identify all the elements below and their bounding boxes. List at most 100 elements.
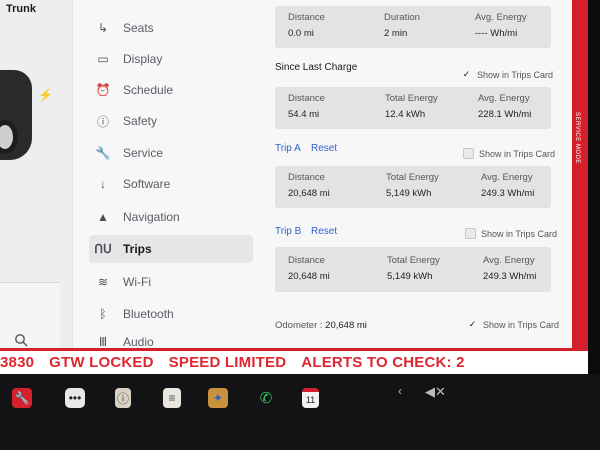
- settings-sidebar: ↳ Seats ▭ Display ⏰ Schedule ⓘ Safety 🔧 …: [72, 0, 257, 349]
- trip-b-show-checkbox[interactable]: Show in Trips Card: [465, 228, 557, 239]
- bottom-dock: 🔧 ••• ⓘ ≡ ✦ ✆ 11 ‹ ◀✕: [0, 374, 600, 450]
- trip-a-avg-energy-label: Avg. Energy: [481, 172, 533, 183]
- alerts-to-check[interactable]: ALERTS TO CHECK: 2: [301, 354, 464, 371]
- odometer-show-checkbox[interactable]: ✓ Show in Trips Card: [467, 319, 559, 330]
- wifi-icon: ≋: [97, 275, 109, 289]
- trunk-label[interactable]: Trunk: [6, 3, 36, 15]
- checkbox-box: [463, 148, 474, 159]
- sidebar-item-trips[interactable]: ᑎᑌ Trips: [89, 235, 253, 263]
- trip-a-reset-button[interactable]: Reset: [311, 143, 337, 154]
- slc-avg-energy-label: Avg. Energy: [478, 93, 530, 104]
- alert-code: 3830: [0, 354, 35, 371]
- service-mode-label: SERVICE MODE: [574, 112, 580, 164]
- sidebar-item-bluetooth[interactable]: ᛒ Bluetooth: [89, 300, 249, 328]
- info-icon: ⓘ: [96, 114, 109, 129]
- download-icon: ↓: [100, 177, 106, 191]
- current-distance-value: 0.0 mi: [288, 28, 314, 39]
- sidebar-item-label: Wi-Fi: [123, 275, 151, 289]
- trip-b-total-energy-value: 5,149 kWh: [387, 271, 433, 282]
- alarm-clock-icon: ⏰: [95, 83, 111, 97]
- since-last-charge-show-checkbox[interactable]: ✓ Show in Trips Card: [461, 69, 553, 80]
- sidebar-item-label: Seats: [123, 21, 154, 35]
- current-energy-value: ---- Wh/mi: [475, 28, 518, 39]
- more-dots-icon[interactable]: •••: [65, 388, 85, 408]
- sidebar-item-label: Trips: [123, 242, 152, 256]
- checkbox-label: Show in Trips Card: [481, 228, 558, 239]
- search-panel[interactable]: [0, 282, 60, 348]
- trip-a-total-energy-value: 5,149 kWh: [386, 188, 432, 199]
- checkmark-icon: ✓: [468, 319, 477, 329]
- sidebar-item-safety[interactable]: ⓘ Safety: [89, 107, 249, 135]
- since-last-charge-card: Distance 54.4 mi Total Energy 12.4 kWh A…: [275, 87, 551, 129]
- search-icon[interactable]: [14, 333, 28, 347]
- service-wrench-icon[interactable]: 🔧: [12, 388, 32, 408]
- bluetooth-icon: ᛒ: [99, 307, 107, 321]
- trip-b-distance-value: 20,648 mi: [288, 271, 330, 282]
- trip-a-distance-label: Distance: [288, 172, 325, 183]
- sidebar-item-label: Service: [123, 146, 164, 160]
- toybox-icon[interactable]: ✦: [208, 388, 228, 408]
- lightning-icon: ⚡: [38, 88, 53, 102]
- checkbox-label: Show in Trips Card: [483, 319, 560, 330]
- trips-icon: ᑎᑌ: [94, 242, 112, 256]
- trip-b-title: Trip B: [275, 226, 302, 237]
- current-duration-label: Duration: [384, 12, 420, 23]
- trip-a-title: Trip A: [275, 143, 301, 154]
- slc-distance-label: Distance: [288, 93, 325, 104]
- checkbox-label: Show in Trips Card: [477, 69, 554, 80]
- odometer-value: 20,648 mi: [325, 320, 367, 331]
- notepad-icon[interactable]: ≡: [163, 388, 181, 408]
- trips-panel: Distance 0.0 mi Duration 2 min Avg. Ener…: [257, 0, 572, 348]
- current-energy-label: Avg. Energy: [475, 12, 527, 23]
- trip-b-card: Distance 20,648 mi Total Energy 5,149 kW…: [275, 247, 551, 292]
- trip-b-total-energy-label: Total Energy: [387, 255, 440, 266]
- trip-a-show-checkbox[interactable]: Show in Trips Card: [463, 148, 555, 159]
- trip-a-avg-energy-value: 249.3 Wh/mi: [481, 188, 535, 199]
- sidebar-item-label: Safety: [123, 114, 158, 128]
- tesla-screen: Trunk ⚡ ↳ Seats ▭ Display ⏰ Schedule ⓘ S…: [0, 0, 600, 450]
- calendar-icon[interactable]: 11: [302, 388, 319, 408]
- display-icon: ▭: [97, 52, 109, 66]
- current-distance-label: Distance: [288, 12, 325, 23]
- sidebar-item-software[interactable]: ↓ Software: [89, 170, 249, 198]
- trip-b-reset-button[interactable]: Reset: [311, 226, 337, 237]
- sidebar-item-label: Display: [123, 52, 163, 66]
- sidebar-item-label: Bluetooth: [123, 307, 174, 321]
- sidebar-item-wifi[interactable]: ≋ Wi-Fi: [89, 268, 249, 296]
- trip-b-avg-energy-value: 249.3 Wh/mi: [483, 271, 537, 282]
- volume-mute-icon[interactable]: ◀✕: [425, 384, 446, 400]
- current-trip-card: Distance 0.0 mi Duration 2 min Avg. Ener…: [275, 6, 551, 48]
- alert-speed-limited: SPEED LIMITED: [168, 354, 287, 371]
- alert-gtw-locked: GTW LOCKED: [49, 354, 154, 371]
- chevron-left-icon[interactable]: ‹: [398, 384, 402, 398]
- sidebar-item-label: Audio: [123, 335, 154, 349]
- sidebar-item-service[interactable]: 🔧 Service: [89, 139, 249, 167]
- sidebar-item-display[interactable]: ▭ Display: [89, 45, 249, 73]
- sidebar-item-label: Software: [123, 177, 171, 191]
- car-panel: Trunk ⚡: [0, 0, 72, 348]
- checkmark-icon: ✓: [462, 69, 471, 79]
- sidebar-item-seats[interactable]: ↳ Seats: [89, 14, 249, 42]
- sidebar-item-navigation[interactable]: ▲ Navigation: [89, 203, 249, 231]
- odometer-label: Odometer: [275, 320, 318, 331]
- odometer-separator: :: [319, 320, 323, 331]
- sidebar-item-schedule[interactable]: ⏰ Schedule: [89, 76, 249, 104]
- current-duration-value: 2 min: [384, 28, 408, 39]
- phone-icon[interactable]: ✆: [256, 388, 276, 408]
- trip-a-card: Distance 20,648 mi Total Energy 5,149 kW…: [275, 166, 551, 208]
- owners-manual-icon[interactable]: ⓘ: [115, 388, 131, 408]
- navigation-arrow-icon: ▲: [97, 210, 109, 224]
- slc-distance-value: 54.4 mi: [288, 109, 320, 120]
- since-last-charge-title: Since Last Charge: [275, 62, 358, 73]
- wrench-icon: 🔧: [95, 146, 111, 160]
- trip-b-avg-energy-label: Avg. Energy: [483, 255, 535, 266]
- service-mode-border: SERVICE MODE: [572, 0, 588, 348]
- calendar-day: 11: [305, 395, 316, 405]
- trip-a-distance-value: 20,648 mi: [288, 188, 330, 199]
- sidebar-item-label: Schedule: [123, 83, 174, 97]
- slc-total-energy-value: 12.4 kWh: [385, 109, 426, 120]
- slc-total-energy-label: Total Energy: [385, 93, 438, 104]
- trip-a-total-energy-label: Total Energy: [386, 172, 439, 183]
- trip-b-distance-label: Distance: [288, 255, 325, 266]
- slc-avg-energy-value: 228.1 Wh/mi: [478, 109, 532, 120]
